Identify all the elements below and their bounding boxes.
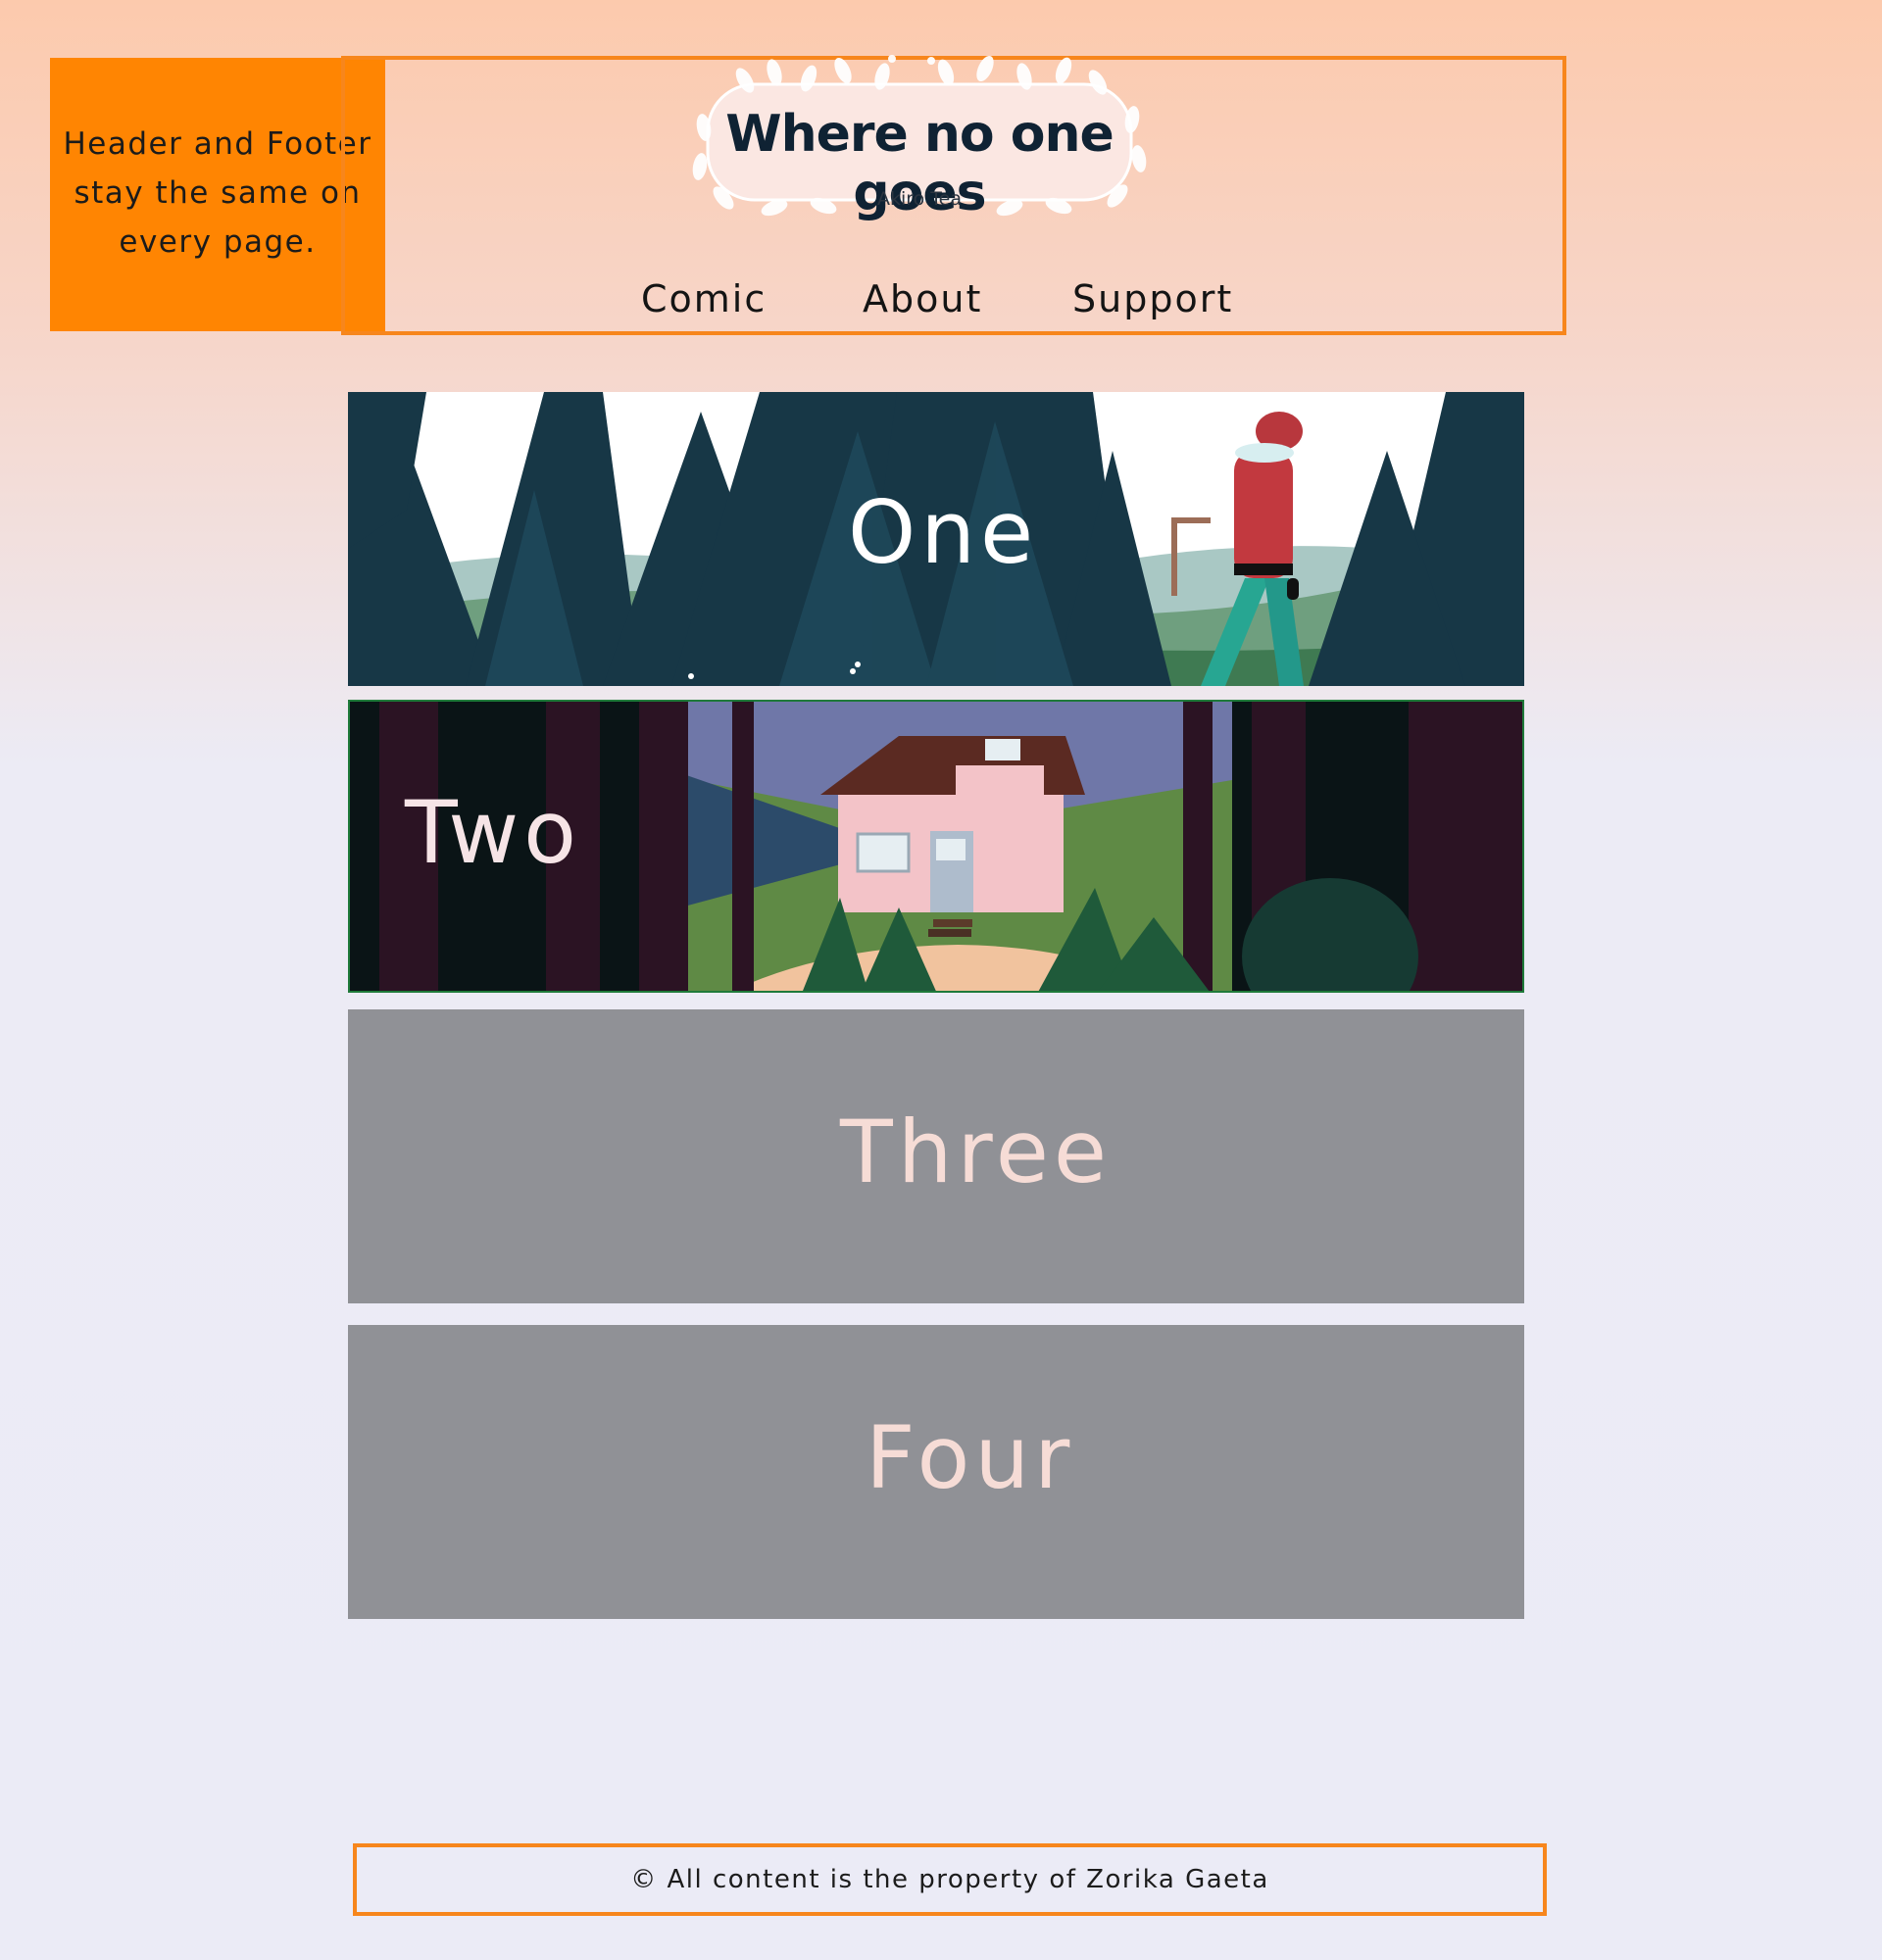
chapter-three-label: Three (840, 1102, 1113, 1202)
site-logo[interactable]: Where no one goes Akiro Tea (686, 51, 1153, 225)
chapter-two-panel[interactable]: Two (348, 700, 1524, 993)
site-footer: © All content is the property of Zorika … (353, 1843, 1547, 1916)
note-line-2: stay the same on (74, 175, 362, 211)
annotation-note: Header and Footer stay the same on every… (50, 58, 385, 331)
nav-comic[interactable]: Comic (641, 277, 767, 320)
logo-subtitle: Akiro Tea (876, 188, 963, 210)
note-line-3: every page. (119, 224, 317, 260)
nav-support[interactable]: Support (1072, 277, 1233, 320)
chapter-four-label: Four (866, 1407, 1075, 1508)
chapter-one-panel[interactable]: One (348, 392, 1524, 686)
chapter-one-label: One (848, 482, 1039, 583)
chapter-two-label: Two (405, 782, 581, 883)
nav-about[interactable]: About (863, 277, 982, 320)
chapter-four-panel[interactable]: Four (348, 1325, 1524, 1619)
cabin (820, 736, 1085, 937)
note-line-1: Header and Footer (63, 126, 372, 162)
chapter-three-panel[interactable]: Three (348, 1009, 1524, 1303)
copyright-text: © All content is the property of Zorika … (630, 1865, 1269, 1894)
